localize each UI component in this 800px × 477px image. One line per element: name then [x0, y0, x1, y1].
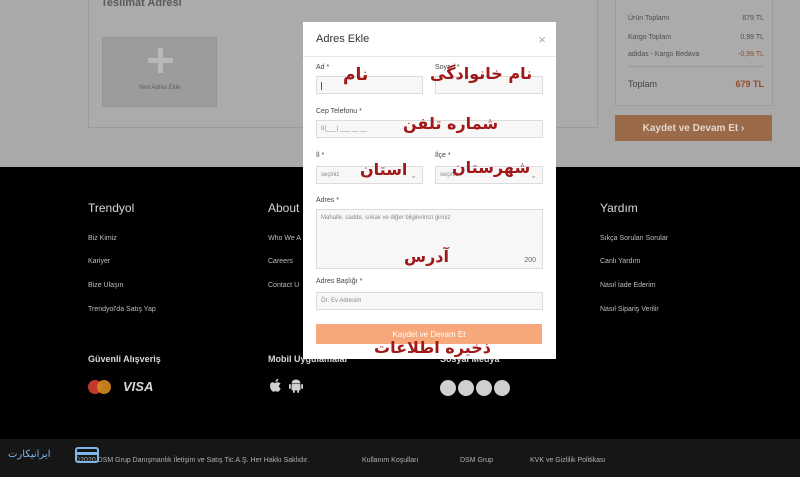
phone-label: Cep Telefonu * — [316, 108, 362, 115]
address-placeholder: Mahalle, cadde, sokak ve diğer bilgileri… — [321, 215, 451, 221]
address-card-title: Teslimat Adresi — [101, 0, 182, 9]
logo-text: ایرانیکارت — [8, 449, 51, 460]
footer-bottom-bar: ©2020 DSM Grup Danışmanlık İletişim ve S… — [0, 439, 800, 477]
summary-total-label: Toplam — [628, 79, 658, 89]
card-icon — [75, 447, 99, 463]
summary-total-value: 679 TL — [735, 79, 764, 89]
footer-col-title: Trendyol — [88, 201, 135, 215]
address-title-label: Adres Başlığı * — [316, 278, 363, 285]
name-input[interactable] — [316, 76, 423, 94]
footer-link[interactable]: Nasıl Sipariş Verilir — [600, 306, 659, 313]
footer-link[interactable]: Nasıl İade Ederim — [600, 282, 656, 289]
city-label: İl * — [316, 152, 325, 159]
annotation-phone: شماره تلفن — [403, 114, 499, 133]
close-icon[interactable]: × — [538, 32, 546, 47]
annotation-district: شهرستان — [452, 158, 531, 177]
footer-link[interactable]: Who We A — [268, 235, 301, 242]
summary-row: Ürün Toplamı 679 TL — [628, 15, 764, 22]
footer-link[interactable]: Biz Kimiz — [88, 235, 117, 242]
plus-icon — [148, 48, 173, 73]
city-select-value: seçiniz — [321, 172, 340, 178]
dsm-group-link[interactable]: DSM Grup — [460, 457, 493, 464]
visa-logo: VISA — [123, 379, 154, 394]
address-title-placeholder: Ör: Ev Adresim — [321, 298, 362, 304]
summary-row-value: -0,99 TL — [738, 51, 764, 58]
footer-link[interactable]: Bize Ulaşın — [88, 282, 123, 289]
mastercard-icon — [88, 380, 112, 394]
terms-link[interactable]: Kullanım Koşulları — [362, 457, 418, 464]
youtube-icon[interactable] — [494, 380, 510, 396]
footer-link[interactable]: Kariyer — [88, 258, 110, 265]
footer-col-title: Yardım — [600, 201, 638, 215]
footer-link[interactable]: Careers — [268, 258, 293, 265]
annotation-city: استان — [360, 160, 408, 179]
apple-icon[interactable] — [268, 378, 284, 394]
summary-row-value: 679 TL — [742, 15, 764, 22]
summary-row-value: 0,99 TL — [740, 34, 764, 41]
new-address-label: Yeni Adres Ekle — [138, 85, 181, 91]
chevron-down-icon: ⌄ — [530, 171, 537, 180]
android-icon[interactable] — [288, 378, 304, 394]
order-summary: Ürün Toplamı 679 TL Kargo Toplam 0,99 TL… — [615, 0, 773, 106]
save-button-label: Kaydet ve Devam Et — [642, 122, 739, 134]
instagram-icon[interactable] — [458, 380, 474, 396]
save-and-continue-button[interactable]: Kaydet ve Devam Et › — [615, 115, 772, 141]
facebook-icon[interactable] — [440, 380, 456, 396]
summary-row-label: Ürün Toplamı — [628, 15, 670, 22]
modal-title: Adres Ekle — [316, 33, 370, 45]
summary-row-label: adidas - Kargo Bedava — [628, 51, 700, 58]
summary-divider — [628, 66, 764, 67]
modal-divider — [303, 56, 556, 57]
footer-link[interactable]: Trendyol'da Satış Yap — [88, 306, 156, 313]
name-label: Ad * — [316, 64, 330, 71]
summary-row: adidas - Kargo Bedava -0,99 TL — [628, 51, 764, 58]
iranicard-logo: ایرانیکارت — [8, 445, 102, 469]
address-char-counter: 200 — [524, 257, 536, 264]
address-label: Adres * — [316, 197, 339, 204]
annotation-surname: نام خانوادگی — [430, 64, 533, 83]
annotation-name: نام — [343, 65, 369, 85]
privacy-link[interactable]: KVK ve Gizlilik Politikası — [530, 457, 605, 464]
new-address-tile[interactable]: Yeni Adres Ekle — [102, 37, 217, 107]
annotation-save: ذخیره اطلاعات — [374, 338, 491, 357]
annotation-address: آدرس — [404, 247, 449, 266]
footer-link[interactable]: Sıkça Sorulan Sorular — [600, 235, 668, 242]
footer-link[interactable]: Contact U — [268, 282, 299, 289]
footer-col-title: About — [268, 201, 300, 215]
chevron-down-icon: ⌄ — [410, 171, 417, 180]
phone-placeholder: 0(___) ___ __ __ — [321, 126, 367, 132]
secure-shopping-title: Güvenli Alışveriş — [88, 354, 161, 364]
chevron-right-icon: › — [741, 122, 745, 134]
twitter-icon[interactable] — [476, 380, 492, 396]
summary-row: Kargo Toplam 0,99 TL — [628, 34, 764, 41]
district-label: İlçe * — [435, 152, 451, 159]
summary-row-label: Kargo Toplam — [628, 34, 672, 41]
footer-link[interactable]: Canlı Yardım — [600, 258, 640, 265]
address-title-input[interactable]: Ör: Ev Adresim — [316, 292, 543, 310]
copyright-text: ©2020 DSM Grup Danışmanlık İletişim ve S… — [75, 457, 309, 464]
summary-total: Toplam 679 TL — [628, 79, 764, 89]
